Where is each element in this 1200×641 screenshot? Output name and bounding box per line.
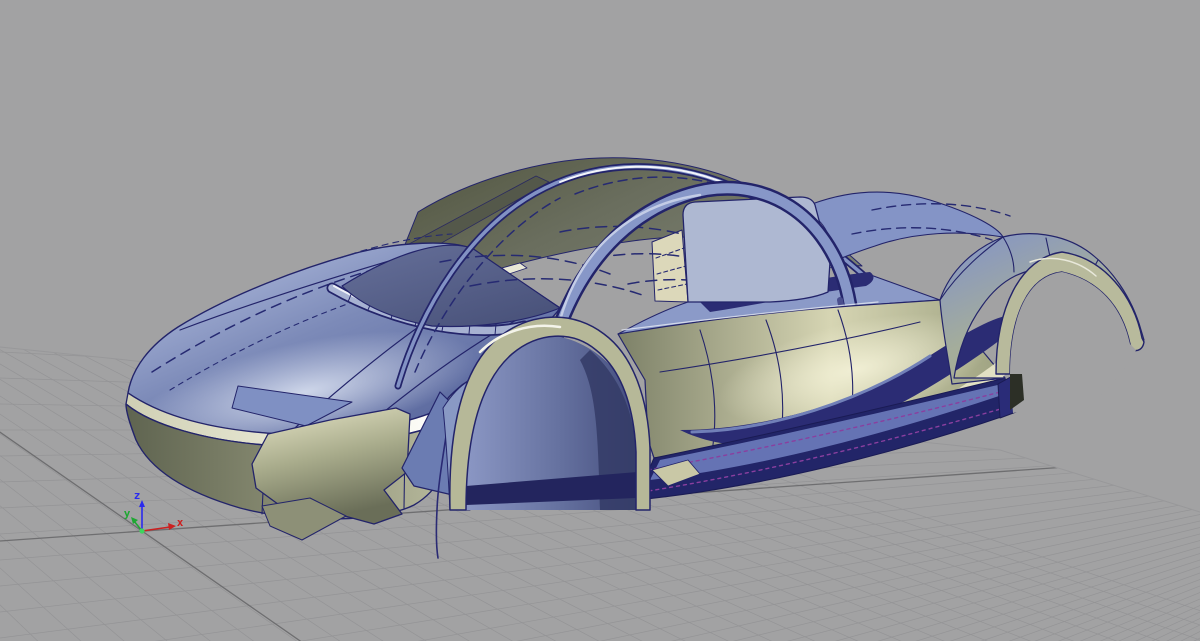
3d-viewport[interactable]: z y x xyxy=(0,0,1200,641)
z-axis-label: z xyxy=(134,489,141,502)
y-axis-label: y xyxy=(124,507,131,520)
origin-point xyxy=(139,528,144,533)
x-axis-label: x xyxy=(177,516,184,529)
seat-interior-panel[interactable] xyxy=(652,230,688,302)
